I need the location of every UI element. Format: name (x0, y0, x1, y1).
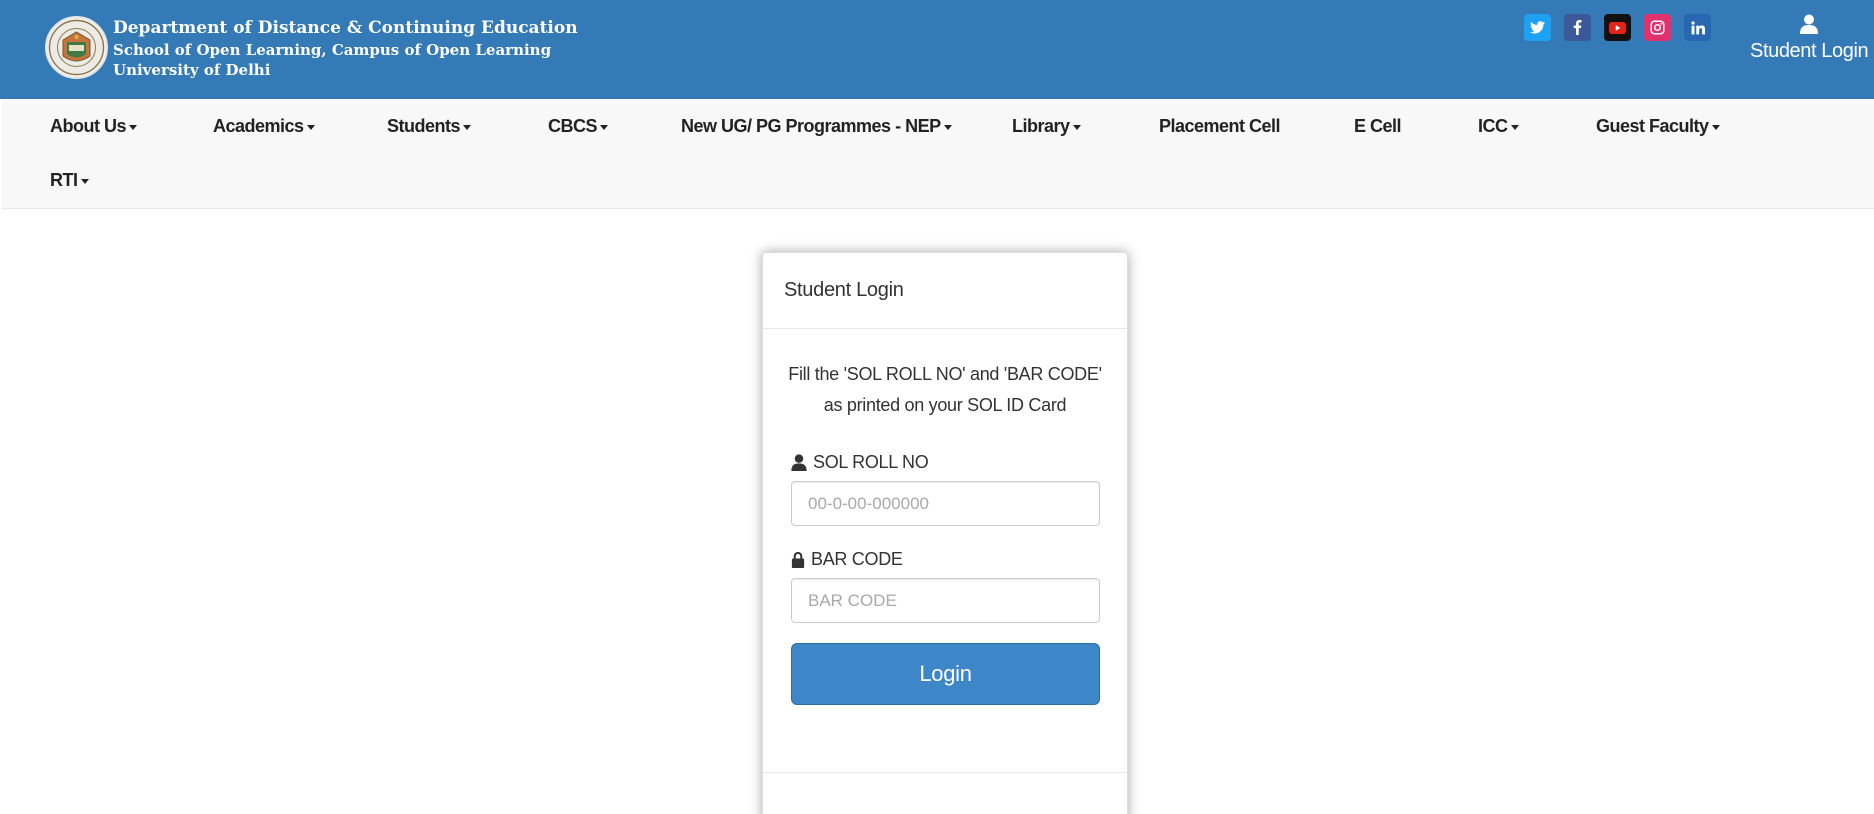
caret-down-icon (943, 124, 952, 130)
roll-no-input[interactable] (791, 481, 1100, 526)
nav-label: About Us (50, 116, 127, 136)
student-login-link[interactable]: Student Login (1750, 14, 1869, 70)
nav-placement-cell[interactable]: Placement Cell (1159, 116, 1281, 137)
nav-label: ICC (1478, 116, 1508, 136)
user-icon (791, 454, 807, 471)
login-panel: Student Login Fill the 'SOL ROLL NO' and… (762, 252, 1128, 814)
department-name: Department of Distance & Continuing Educ… (113, 18, 578, 38)
caret-down-icon (1711, 124, 1720, 130)
login-button[interactable]: Login (791, 643, 1100, 705)
header-title-block: Department of Distance & Continuing Educ… (113, 16, 578, 80)
nav-label: Placement Cell (1159, 116, 1281, 136)
nav-label: Students (387, 116, 461, 136)
nav-label: Academics (213, 116, 304, 136)
caret-down-icon (1510, 124, 1519, 130)
nav-label: E Cell (1354, 116, 1402, 136)
bar-code-label: BAR CODE (791, 549, 903, 570)
nav-cbcs[interactable]: CBCS (548, 116, 609, 137)
login-instruction: Fill the 'SOL ROLL NO' and 'BAR CODE' as… (788, 364, 1102, 415)
login-panel-heading: Student Login (763, 253, 1127, 329)
caret-down-icon (80, 178, 89, 184)
caret-down-icon (600, 124, 609, 130)
social-links (1524, 14, 1711, 41)
caret-down-icon (463, 124, 472, 130)
nav-label: New UG/ PG Programmes - NEP (681, 116, 941, 136)
nav-label: CBCS (548, 116, 598, 136)
youtube-icon[interactable] (1604, 14, 1631, 41)
school-name: School of Open Learning, Campus of Open … (113, 41, 552, 59)
nav-label: Guest Faculty (1596, 116, 1709, 136)
nav-students[interactable]: Students (387, 116, 472, 137)
caret-down-icon (129, 124, 137, 130)
nav-label: RTI (50, 170, 78, 190)
nav-about-us[interactable]: About Us (50, 116, 137, 137)
login-panel-title: Student Login (784, 279, 904, 301)
nav-academics[interactable]: Academics (213, 116, 315, 137)
roll-no-label: SOL ROLL NO (791, 452, 929, 473)
university-name: University of Delhi (113, 61, 271, 79)
lock-icon (791, 551, 805, 568)
caret-down-icon (306, 124, 315, 130)
nav-e-cell[interactable]: E Cell (1354, 116, 1402, 137)
main-navbar: About Us Academics Students CBCS New UG/… (2, 99, 1874, 209)
roll-no-label-text: SOL ROLL NO (813, 452, 929, 472)
nav-icc[interactable]: ICC (1478, 116, 1519, 137)
panel-footer-divider (763, 772, 1127, 773)
university-logo-icon[interactable] (45, 16, 108, 79)
linkedin-icon[interactable] (1684, 14, 1711, 41)
nav-new-ug-pg-nep[interactable]: New UG/ PG Programmes - NEP (681, 116, 952, 137)
instagram-icon[interactable] (1644, 14, 1671, 41)
bar-code-input[interactable] (791, 578, 1100, 623)
nav-library[interactable]: Library (1012, 116, 1081, 137)
user-icon (1800, 14, 1818, 34)
student-login-label: Student Login (1750, 40, 1869, 62)
caret-down-icon (1072, 124, 1081, 130)
nav-label: Library (1012, 116, 1070, 136)
twitter-icon[interactable] (1524, 14, 1551, 41)
site-header: Department of Distance & Continuing Educ… (0, 0, 1874, 99)
facebook-icon[interactable] (1564, 14, 1591, 41)
nav-rti[interactable]: RTI (50, 170, 89, 191)
bar-code-label-text: BAR CODE (811, 549, 903, 569)
nav-guest-faculty[interactable]: Guest Faculty (1596, 116, 1720, 137)
